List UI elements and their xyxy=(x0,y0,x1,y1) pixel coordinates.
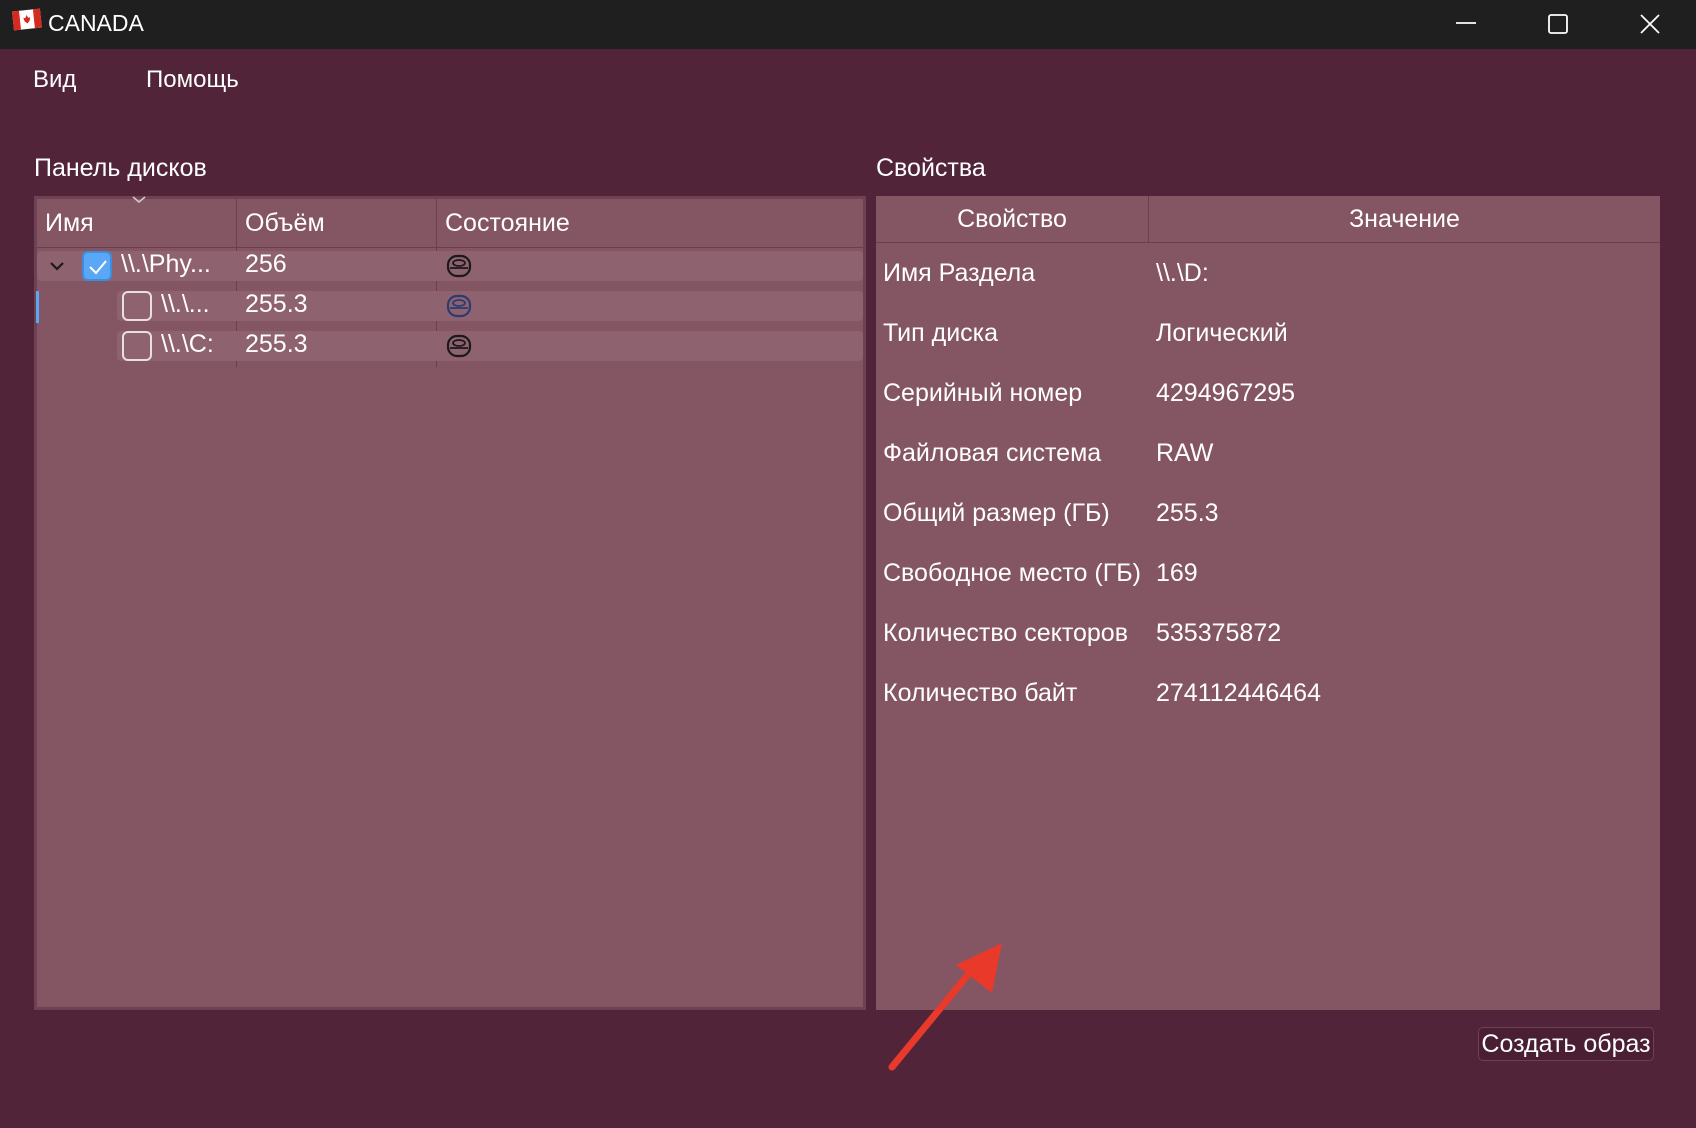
disk-name: \\.\C: xyxy=(161,330,214,358)
annotation-arrow-icon xyxy=(888,943,1002,1071)
property-row: Тип диска Логический xyxy=(876,319,1660,359)
close-icon xyxy=(1640,14,1660,34)
property-row: Количество секторов 535375872 xyxy=(876,619,1660,659)
property-name: Свободное место (ГБ) xyxy=(883,559,1141,587)
property-value: Логический xyxy=(1156,319,1288,347)
property-row: Файловая система RAW xyxy=(876,439,1660,479)
disk-checkbox[interactable] xyxy=(122,331,152,361)
column-header-property[interactable]: Свойство xyxy=(876,205,1148,234)
minimize-icon xyxy=(1456,22,1476,24)
checkmark-icon xyxy=(89,260,107,275)
property-name: Файловая система xyxy=(883,439,1102,467)
property-row: Общий размер (ГБ) 255.3 xyxy=(876,499,1660,539)
canada-flag-icon xyxy=(12,8,42,31)
disk-row-physical[interactable]: \\.\Phy... 256 xyxy=(37,249,863,283)
focus-indicator xyxy=(36,291,39,323)
property-value: 4294967295 xyxy=(1156,379,1296,407)
disks-tree-view[interactable]: Имя Объём Состояние \\.\Phy... 256 \\.\.… xyxy=(34,196,866,1010)
property-row: Свободное место (ГБ) 169 xyxy=(876,559,1660,599)
sort-caret-icon xyxy=(132,196,146,203)
window-title: CANADA xyxy=(48,10,144,36)
column-header-value[interactable]: Значение xyxy=(1149,205,1660,234)
property-name: Тип диска xyxy=(883,319,999,347)
maximize-button[interactable] xyxy=(1512,0,1604,49)
disk-checkbox[interactable] xyxy=(82,251,112,281)
disk-checkbox[interactable] xyxy=(122,291,152,321)
property-value: 169 xyxy=(1156,559,1198,587)
disk-drive-icon xyxy=(446,334,472,358)
column-header-name[interactable]: Имя xyxy=(45,209,94,238)
properties-grid[interactable]: Свойство Значение Имя Раздела \\.\D: Тип… xyxy=(876,196,1660,1010)
column-header-size[interactable]: Объём xyxy=(245,209,325,238)
close-button[interactable] xyxy=(1604,0,1696,49)
property-name: Серийный номер xyxy=(883,379,1083,407)
property-name: Общий размер (ГБ) xyxy=(883,499,1110,527)
property-value: 255.3 xyxy=(1156,499,1219,527)
property-value: 274112446464 xyxy=(1156,679,1321,707)
menu-item-view[interactable]: Вид xyxy=(33,66,76,94)
property-name: Количество байт xyxy=(883,679,1078,707)
column-header-status[interactable]: Состояние xyxy=(445,209,570,238)
property-row: Имя Раздела \\.\D: xyxy=(876,259,1660,299)
property-name: Имя Раздела xyxy=(883,259,1036,287)
properties-panel-title: Свойства xyxy=(876,154,986,182)
property-value: 535375872 xyxy=(1156,619,1282,647)
property-value: RAW xyxy=(1156,439,1214,467)
minimize-button[interactable] xyxy=(1420,0,1512,49)
disk-name: \\.\... xyxy=(161,290,210,318)
create-image-button[interactable]: Создать образ xyxy=(1478,1027,1654,1061)
title-bar: CANADA xyxy=(0,0,1696,49)
disk-drive-icon xyxy=(446,294,472,318)
disk-size: 256 xyxy=(245,250,287,278)
property-value: \\.\D: xyxy=(1156,259,1209,287)
property-name: Количество секторов xyxy=(883,619,1128,647)
property-row: Количество байт 274112446464 xyxy=(876,679,1660,719)
disks-table-header: Имя Объём Состояние xyxy=(37,196,863,248)
disk-size: 255.3 xyxy=(245,330,308,358)
disk-drive-icon xyxy=(446,254,472,278)
maximize-icon xyxy=(1548,14,1568,34)
property-row: Серийный номер 4294967295 xyxy=(876,379,1660,419)
disk-row-partition[interactable]: \\.\C: 255.3 xyxy=(37,329,863,363)
disks-panel-title: Панель дисков xyxy=(34,154,207,182)
menu-item-help[interactable]: Помощь xyxy=(146,66,239,94)
properties-table-header: Свойство Значение xyxy=(876,196,1660,243)
chevron-down-icon[interactable] xyxy=(47,256,67,276)
disk-row-partition[interactable]: \\.\... 255.3 xyxy=(36,289,863,323)
disk-size: 255.3 xyxy=(245,290,308,318)
disk-name: \\.\Phy... xyxy=(121,250,211,278)
